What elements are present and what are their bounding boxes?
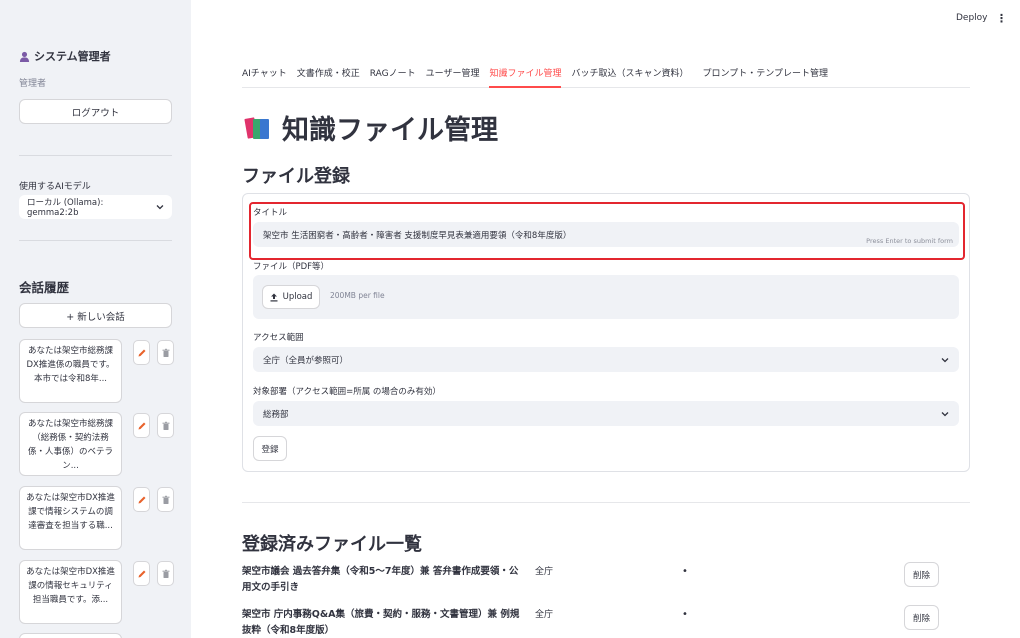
pencil-icon [138,422,145,429]
pencil-icon [138,349,145,356]
register-submit-button[interactable]: 登録 [253,436,287,461]
dept-select-value: 総務部 [263,409,289,420]
edit-button[interactable] [133,561,150,586]
model-select-value: ローカル (Ollama): gemma2:2b [27,198,104,218]
upload-button[interactable]: Upload [262,285,320,309]
pencil-icon [138,496,145,503]
page-title-text: 知識ファイル管理 [282,115,498,146]
dept-label: 対象部署（アクセス範囲=所属 の場合のみ有効） [253,387,441,397]
history-item[interactable]: あなたは架空市総務課（総務係・契約法務係・人事係）のベテラン... [19,412,122,476]
model-select[interactable]: ローカル (Ollama): gemma2:2b [19,195,172,219]
section-divider [242,502,970,503]
edit-button[interactable] [133,413,150,438]
sidebar-divider [19,155,172,156]
file-bullet: • [682,566,688,577]
delete-file-button[interactable]: 削除 [904,562,939,587]
tab-bar: AIチャット 文書作成・校正 RAGノート ユーザー管理 知識ファイル管理 バッ… [242,66,970,88]
tab-ai-chat[interactable]: AIチャット [242,66,287,88]
title-input-value: 架空市 生活困窮者・高齢者・障害者 支援制度早見表兼適用要領（令和8年度版） [263,230,572,241]
file-label: ファイル（PDF等） [253,262,330,272]
file-scope: 全庁 [535,567,554,577]
history-item-partial[interactable] [19,633,122,638]
access-select[interactable]: 全庁（全員が参照可） [253,347,959,372]
deploy-button[interactable]: Deploy [956,13,988,23]
file-scope: 全庁 [535,610,554,620]
main-area: Deploy ⋮ AIチャット 文書作成・校正 RAGノート ユーザー管理 知識… [191,0,1020,638]
trash-icon [162,421,169,430]
tab-document[interactable]: 文書作成・校正 [297,66,360,88]
tab-user-management[interactable]: ユーザー管理 [426,66,480,88]
register-heading: ファイル登録 [242,166,350,187]
upload-limit: 200MB per file [330,291,385,300]
file-name: 架空市 庁内事務Q&A集（旅費・契約・服務・文書管理）兼 例規抜粋（令和8年度版… [242,609,520,636]
tab-knowledge-files[interactable]: 知識ファイル管理 [489,66,562,88]
title-label: タイトル [253,208,288,218]
books-icon [244,116,269,139]
delete-history-button[interactable] [157,413,174,438]
chevron-down-icon [941,357,949,362]
history-item[interactable]: あなたは架空市DX推進課の情報セキュリティ担当職員です。添... [19,560,122,624]
file-bullet: • [682,609,688,620]
trash-icon [162,348,169,357]
chevron-down-icon [941,411,949,416]
chevron-down-icon [156,205,164,210]
pencil-icon [138,570,145,577]
delete-history-button[interactable] [157,340,174,365]
access-label: アクセス範囲 [253,333,304,343]
list-heading: 登録済みファイル一覧 [242,534,422,555]
user-icon [19,51,30,62]
file-dropzone[interactable]: Upload 200MB per file [253,275,959,319]
history-item[interactable]: あなたは架空市総務課DX推進係の職員です。本市では令和8年... [19,339,122,403]
model-label: 使用するAIモデル [19,182,91,192]
tab-batch-import[interactable]: バッチ取込（スキャン資料） [571,66,688,88]
trash-icon [162,495,169,504]
user-name: システム管理者 [34,50,111,63]
edit-button[interactable] [133,487,150,512]
trash-icon [162,569,169,578]
edit-button[interactable] [133,340,150,365]
upload-icon [270,293,278,301]
user-role: 管理者 [19,79,47,89]
logout-button[interactable]: ログアウト [19,99,172,124]
delete-file-button[interactable]: 削除 [904,605,939,630]
register-form: タイトル 架空市 生活困窮者・高齢者・障害者 支援制度早見表兼適用要領（令和8年… [242,193,970,472]
history-title: 会話履歴 [19,280,70,295]
submit-hint: Press Enter to submit form [866,237,953,245]
kebab-menu-icon[interactable]: ⋮ [996,12,1007,25]
tab-rag-note[interactable]: RAGノート [370,66,416,88]
tab-prompt-templates[interactable]: プロンプト・テンプレート管理 [702,66,827,88]
dept-select[interactable]: 総務部 [253,401,959,426]
delete-history-button[interactable] [157,487,174,512]
sidebar: システム管理者 管理者 ログアウト 使用するAIモデル ローカル (Ollama… [0,0,191,638]
sidebar-divider [19,240,172,241]
file-name: 架空市議会 過去答弁集（令和5〜7年度）兼 答弁書作成要領・公用文の手引き [242,566,519,593]
new-chat-button[interactable]: + 新しい会話 [19,303,172,328]
access-select-value: 全庁（全員が参照可） [263,355,349,366]
title-input[interactable]: 架空市 生活困窮者・高齢者・障害者 支援制度早見表兼適用要領（令和8年度版） P… [253,222,959,247]
user-header: システム管理者 [19,48,111,64]
delete-history-button[interactable] [157,561,174,586]
history-item[interactable]: あなたは架空市DX推進課で情報システムの調達審査を担当する職... [19,486,122,550]
upload-label: Upload [282,292,313,302]
page-title: 知識ファイル管理 [244,108,498,147]
